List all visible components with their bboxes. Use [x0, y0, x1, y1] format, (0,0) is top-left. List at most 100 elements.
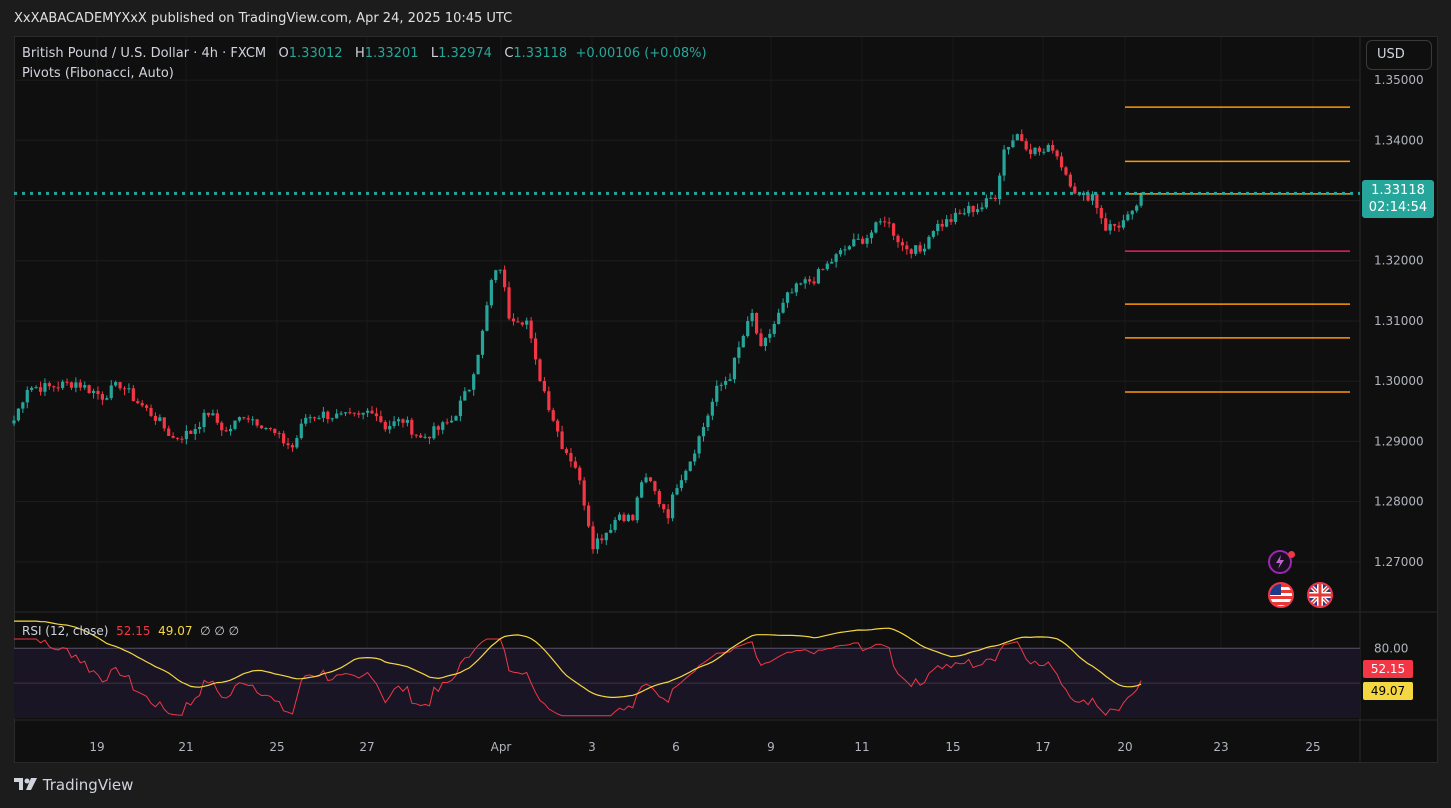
candle-body — [533, 338, 538, 360]
candle-body — [1121, 220, 1126, 228]
candle-body — [564, 449, 569, 453]
candle-body — [927, 236, 931, 249]
candle-body — [551, 410, 555, 421]
candle-body — [180, 438, 184, 440]
x-tick-label: 9 — [767, 740, 775, 754]
candle-body — [34, 387, 38, 389]
y-tick-label: 1.30000 — [1374, 374, 1424, 388]
candle-body — [953, 212, 958, 222]
y-tick-label: 1.27000 — [1374, 555, 1424, 569]
candle-body — [587, 505, 591, 527]
candle-body — [264, 428, 268, 430]
candle-body — [962, 213, 966, 215]
us-flag-icon[interactable] — [1268, 582, 1294, 608]
candle-body — [940, 223, 944, 227]
candle-body — [167, 428, 171, 437]
candle-body — [127, 388, 131, 390]
candle-body — [410, 419, 414, 435]
x-tick-label: 17 — [1035, 740, 1050, 754]
candle-body — [719, 384, 723, 386]
candle-body — [675, 488, 679, 495]
candle-body — [834, 254, 838, 262]
candle-body — [414, 434, 418, 436]
candle-body — [423, 436, 427, 438]
candle-body — [989, 197, 993, 199]
candle-body — [91, 390, 96, 394]
current-price-value: 1.33118 — [1371, 183, 1425, 198]
candle-body — [299, 423, 303, 439]
candle-body — [352, 412, 356, 414]
candle-body — [441, 422, 445, 430]
candle-body — [326, 411, 330, 420]
candle-body — [184, 430, 188, 440]
candle-body — [401, 419, 405, 423]
x-tick-label: 25 — [269, 740, 284, 754]
candle-body — [458, 400, 463, 417]
candle-body — [295, 438, 299, 448]
candle-body — [573, 461, 577, 468]
candle-body — [909, 249, 913, 254]
candle-body — [277, 433, 281, 435]
low-value: 1.32974 — [438, 46, 492, 61]
candle-body — [1011, 140, 1015, 148]
chart-canvas[interactable]: 1.350001.340001.330001.320001.310001.300… — [0, 0, 1451, 808]
candle-body — [617, 514, 622, 520]
candle-body — [224, 430, 228, 432]
candle-body — [47, 383, 51, 387]
candle-body — [547, 391, 551, 411]
candle-body — [838, 250, 843, 255]
candle-body — [109, 385, 113, 399]
candle-body — [635, 497, 639, 521]
candle-body — [830, 261, 834, 264]
candle-body — [52, 386, 56, 388]
y-tick-label: 1.35000 — [1374, 73, 1424, 87]
rsi-label[interactable]: RSI (12, close) — [22, 624, 108, 638]
currency-button[interactable]: USD — [1366, 40, 1432, 70]
candle-body — [1033, 147, 1037, 155]
pivots-indicator-label[interactable]: Pivots (Fibonacci, Auto) — [22, 66, 174, 81]
footer-branding[interactable]: TradingView — [14, 776, 133, 798]
candle-body — [715, 385, 719, 402]
symbol-name[interactable]: British Pound / U.S. Dollar · 4h · FXCM — [22, 46, 266, 61]
candle-body — [922, 248, 927, 252]
high-label: H — [354, 46, 365, 61]
candle-body — [78, 382, 82, 388]
candle-body — [825, 263, 829, 270]
candle-body — [737, 347, 741, 358]
candle-body — [662, 504, 666, 510]
candle-body — [255, 419, 259, 426]
candle-body — [768, 333, 772, 338]
candle-body — [100, 394, 104, 400]
candle-body — [480, 330, 485, 355]
candle-body — [578, 467, 582, 481]
candle-body — [489, 280, 493, 306]
candle-body — [679, 480, 684, 489]
y-tick-label: 1.28000 — [1374, 495, 1424, 509]
candle-body — [419, 435, 423, 438]
candle-body — [427, 436, 432, 439]
candle-body — [763, 337, 767, 347]
candle-body — [883, 221, 887, 223]
candle-body — [896, 235, 900, 243]
candle-body — [878, 221, 882, 223]
candle-body — [609, 529, 613, 533]
candle-body — [622, 514, 626, 521]
candle-body — [246, 418, 250, 420]
candle-body — [268, 428, 272, 430]
candle-body — [887, 222, 891, 224]
candle-body — [1029, 149, 1033, 155]
candle-body — [251, 419, 255, 421]
candle-body — [1112, 224, 1117, 226]
candle-body — [653, 481, 657, 492]
candle-body — [321, 411, 325, 418]
y-tick-label: 1.32000 — [1374, 254, 1424, 268]
candle-body — [202, 412, 206, 427]
candle-body — [114, 382, 118, 386]
candle-body — [30, 387, 34, 390]
candle-body — [242, 417, 246, 419]
candle-body — [198, 426, 202, 430]
uk-flag-icon[interactable] — [1307, 582, 1333, 608]
candle-body — [145, 405, 149, 408]
candle-body — [794, 283, 798, 293]
candle-body — [781, 302, 785, 313]
